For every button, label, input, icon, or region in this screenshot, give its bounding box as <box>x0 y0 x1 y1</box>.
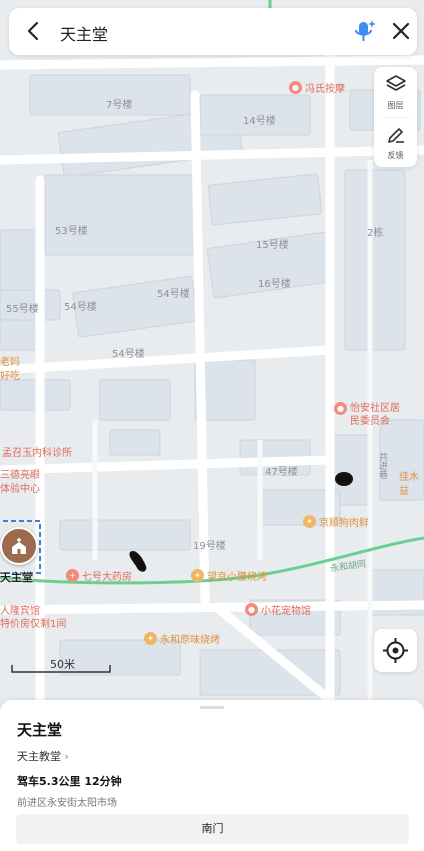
poi-massage[interactable]: ● 冯氏按摩 <box>289 80 345 95</box>
poi-pet-shop[interactable]: ● 小花宠物馆 <box>245 602 311 617</box>
layers-icon <box>385 75 406 91</box>
poi-bbq-2[interactable]: ✦ 永和原味烧烤 <box>144 631 220 646</box>
poi-label: 老妈 好吃 <box>0 357 20 382</box>
drive-info: 驾车5.3公里 12分钟 <box>17 775 122 788</box>
voice-mic-icon[interactable] <box>352 18 378 46</box>
building-label: 2栋 <box>367 228 384 239</box>
poi-restaurant-edge[interactable]: 老妈 好吃 <box>0 356 20 384</box>
locate-button[interactable] <box>374 629 417 672</box>
poi-community-committee[interactable]: ● 怡安社区居 民委员会 <box>334 402 400 428</box>
poi-bbq[interactable]: ✦ 望京小腰烧烤 <box>191 568 267 583</box>
layers-button[interactable]: 图层 <box>374 73 417 111</box>
poi-label: 三德亮眼 体验中心 <box>0 470 40 495</box>
poi-label: 永和原味烧烤 <box>160 635 220 646</box>
building-label: 14号楼 <box>243 116 276 127</box>
poi-eye-center[interactable]: 三德亮眼 体验中心 <box>0 469 40 497</box>
poi-label: 人隆宾馆 特价房仅剩1间 <box>0 606 67 630</box>
place-detail-sheet[interactable]: 天主堂 天主教堂 › 驾车5.3公里 12分钟 前进区永安街太阳市场 南门 <box>0 700 424 851</box>
food-icon: ✦ <box>303 515 316 528</box>
building-label: 47号楼 <box>265 467 298 478</box>
pharmacy-icon: + <box>66 569 79 582</box>
building-label: 55号楼 <box>6 304 39 315</box>
church-icon <box>12 538 26 554</box>
poi-label: 孟召玉内科诊所 <box>2 448 72 459</box>
poi-label: 京顺狗肉鲜 <box>319 518 369 529</box>
feedback-pen-icon <box>387 128 404 143</box>
food-icon: ✦ <box>191 569 204 582</box>
government-icon: ● <box>334 402 347 415</box>
building-label: 15号楼 <box>256 240 289 251</box>
building-label: 53号楼 <box>55 226 88 237</box>
selected-place-marker[interactable] <box>0 527 38 565</box>
poi-label: 小花宠物馆 <box>261 606 311 617</box>
poi-label: 冯氏按摩 <box>305 84 345 95</box>
building-label: 16号楼 <box>258 279 291 290</box>
search-query[interactable]: 天主堂 <box>60 21 108 45</box>
feedback-label: 反馈 <box>387 151 404 160</box>
divider <box>382 117 409 118</box>
place-address: 前进区永安街太阳市场 <box>17 798 117 809</box>
food-icon: ✦ <box>144 632 157 645</box>
poi-dog-meat[interactable]: ✦ 京顺狗肉鲜 <box>303 514 369 529</box>
back-arrow-icon[interactable] <box>23 20 45 42</box>
place-category: 天主教堂 <box>17 750 61 763</box>
search-bar[interactable]: 天主堂 <box>9 8 417 55</box>
building-label: 19号楼 <box>193 541 226 552</box>
layers-label: 图层 <box>387 101 404 110</box>
place-category-link[interactable]: 天主教堂 › <box>17 748 69 764</box>
poi-clinic[interactable]: 孟召玉内科诊所 <box>2 444 72 459</box>
map-tools-panel: 图层 反馈 <box>374 67 417 167</box>
road-label: 共进巷 <box>377 452 387 479</box>
building-label: 54号楼 <box>157 289 190 300</box>
gate-button[interactable]: 南门 <box>16 814 409 844</box>
poi-pharmacy[interactable]: + 七号大药房 <box>66 568 132 583</box>
close-icon[interactable] <box>390 20 412 42</box>
scale-label: 50米 <box>50 658 75 671</box>
building-label: 54号楼 <box>64 302 97 313</box>
feedback-button[interactable]: 反馈 <box>374 123 417 161</box>
poi-label: 怡安社区居 民委员会 <box>350 403 400 427</box>
poi-label: 望京小腰烧烤 <box>207 572 267 583</box>
pet-icon: ● <box>245 603 258 616</box>
chevron-right-icon: › <box>64 750 69 763</box>
building-label: 54号楼 <box>112 349 145 360</box>
building-label: 7号楼 <box>106 100 133 111</box>
place-title: 天主堂 <box>17 721 63 739</box>
poi-label: 佳木 益 <box>399 472 419 497</box>
sheet-drag-handle[interactable] <box>200 706 224 709</box>
poi-edge-right[interactable]: 佳木 益 <box>399 471 419 499</box>
locate-crosshair-icon <box>383 638 408 663</box>
massage-icon: ● <box>289 81 302 94</box>
poi-label: 七号大药房 <box>82 572 132 583</box>
selected-place-label: 天主堂 <box>0 571 33 584</box>
poi-hotel[interactable]: 人隆宾馆 特价房仅剩1间 <box>0 605 66 631</box>
